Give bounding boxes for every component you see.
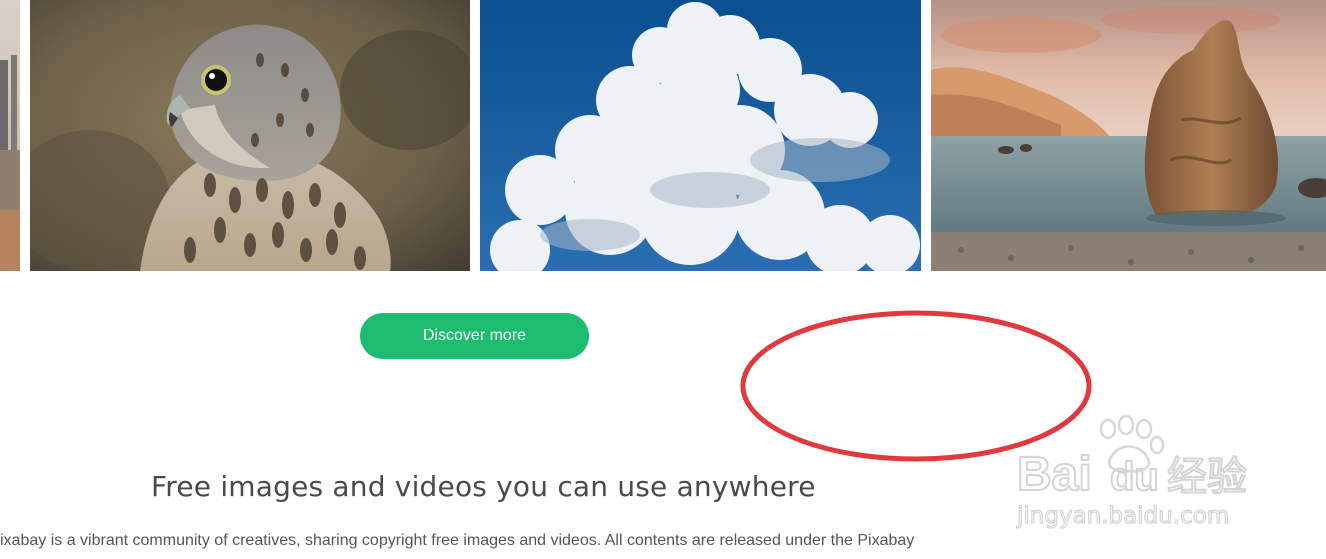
section-headline: Free images and videos you can use anywh… — [151, 470, 816, 503]
city-photo-thumbnail[interactable] — [0, 0, 20, 271]
baidu-jingyan-watermark: Bai du 经验 jingyan.baidu.com — [1015, 415, 1248, 530]
sea-rock-photo-thumbnail[interactable] — [931, 0, 1326, 271]
intro-paragraph: ixabay is a vibrant community of creativ… — [0, 532, 915, 549]
watermark-brand-latin-1: Bai — [1017, 448, 1092, 501]
cloud-photo-thumbnail[interactable] — [480, 0, 921, 271]
watermark-brand-cn: 经验 — [1167, 454, 1247, 500]
kestrel-photo-thumbnail[interactable] — [30, 0, 470, 271]
watermark-brand-latin-2: du — [1110, 455, 1159, 499]
pixabay-page: Discover more Bai du 经验 jingyan.baidu.co… — [0, 0, 1326, 559]
discover-more-button[interactable]: Discover more — [360, 313, 589, 359]
watermark-url: jingyan.baidu.com — [1016, 503, 1229, 529]
